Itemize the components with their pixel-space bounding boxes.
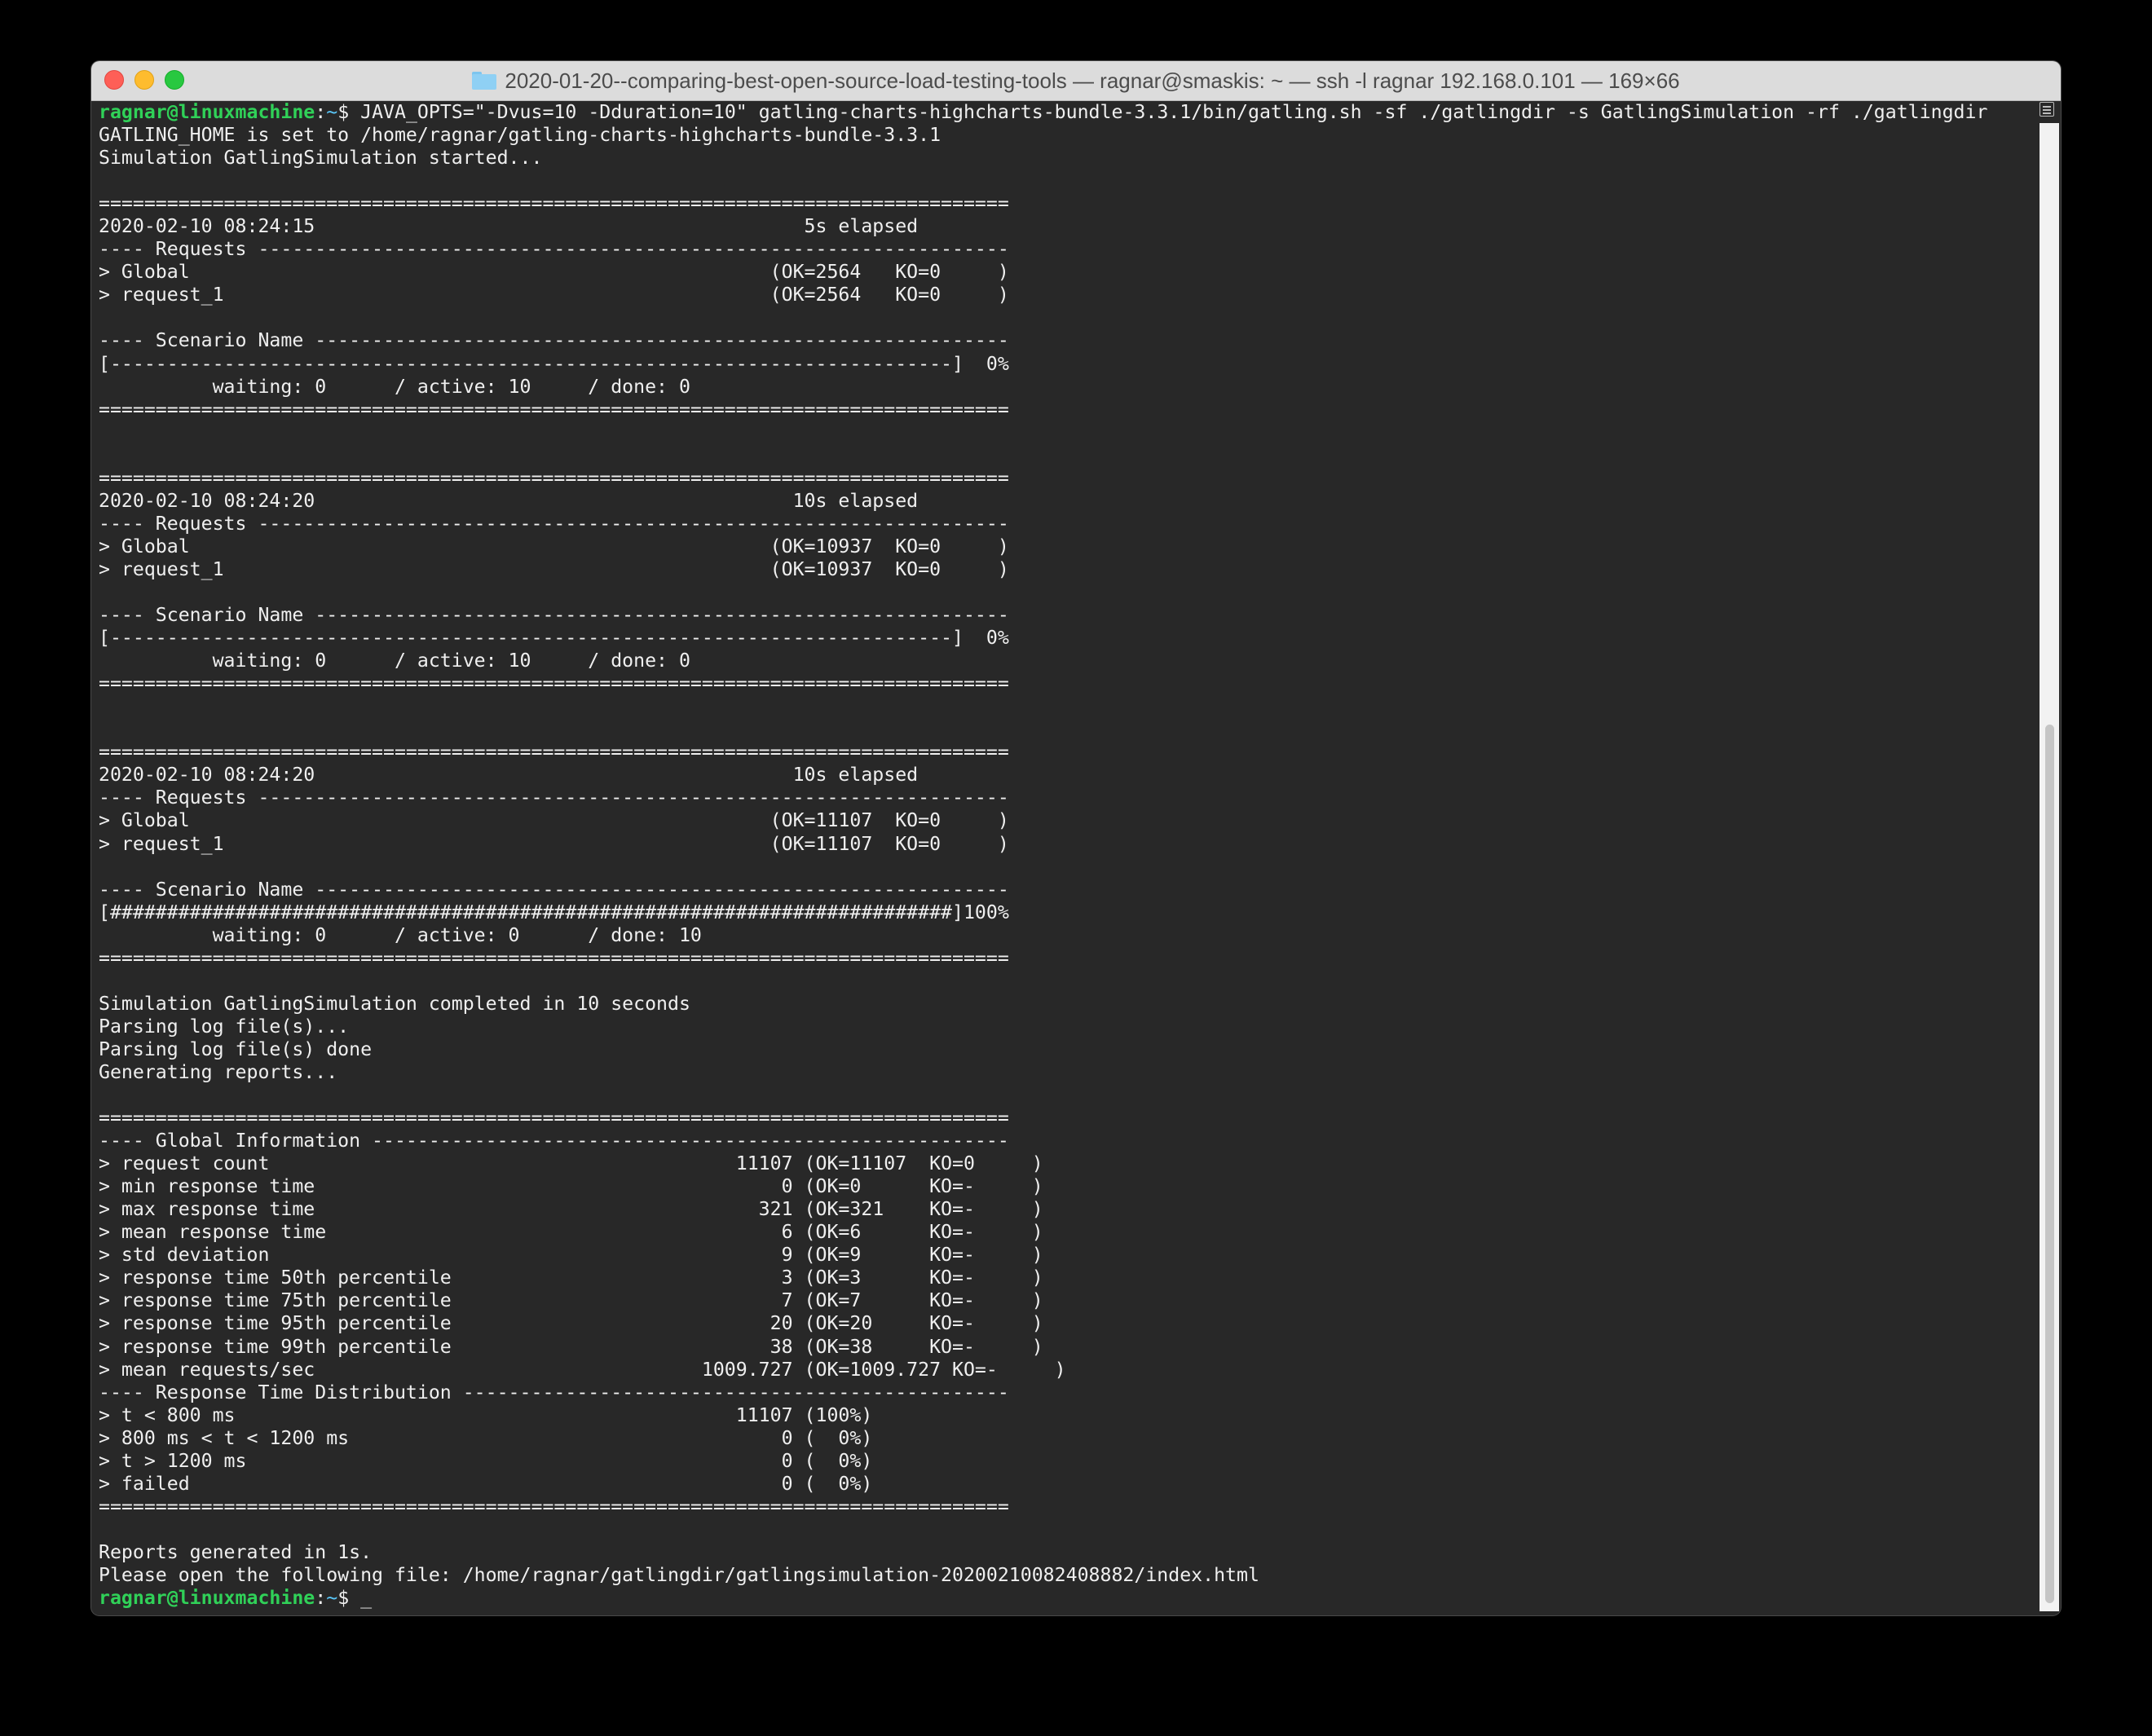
output-line: ---- Requests --------------------------…: [99, 786, 1009, 809]
output-line: > mean requests/sec 1009.727 (OK=1009.72…: [99, 1358, 1066, 1381]
output-line: Please open the following file: /home/ra…: [99, 1564, 1259, 1586]
output-line: Simulation GatlingSimulation completed i…: [99, 992, 690, 1015]
output-line: ========================================…: [99, 1495, 1009, 1518]
window-title: 2020-01-20--comparing-best-open-source-l…: [505, 68, 1680, 93]
output-line: [---------------------------------------…: [99, 352, 1009, 375]
output-line: ========================================…: [99, 192, 1009, 215]
output-line: waiting: 0 / active: 10 / done: 0: [212, 375, 690, 398]
prompt-path: ~: [326, 1587, 338, 1609]
output-line: > std deviation 9 (OK=9 KO=- ): [99, 1244, 1043, 1267]
output-line: > Global (OK=2564 KO=0 ): [99, 261, 1009, 284]
output-line: > request_1 (OK=2564 KO=0 ): [99, 284, 1009, 306]
title-bar[interactable]: 2020-01-20--comparing-best-open-source-l…: [91, 61, 2061, 101]
output-line: [#######################################…: [99, 901, 1009, 923]
terminal-output[interactable]: ragnar@linuxmachine:~$ JAVA_OPTS="-Dvus=…: [99, 101, 2039, 1609]
output-line: ---- Scenario Name ---------------------…: [99, 878, 1009, 901]
output-line: > response time 50th percentile 3 (OK=3 …: [99, 1267, 1043, 1289]
output-line: ========================================…: [99, 672, 1009, 695]
prompt-user-host: ragnar@linuxmachine: [99, 101, 315, 123]
prompt-symbol: $: [337, 101, 350, 123]
output-line: > mean response time 6 (OK=6 KO=- ): [99, 1221, 1043, 1244]
output-line: waiting: 0 / active: 10 / done: 0: [212, 650, 690, 672]
split-pane-icon[interactable]: [2040, 102, 2054, 117]
output-line: ========================================…: [99, 398, 1009, 421]
output-line: ---- Global Information ----------------…: [99, 1130, 1009, 1152]
output-line: ---- Scenario Name ---------------------…: [99, 604, 1009, 627]
output-line: 2020-02-10 08:24:20 10s elapsed: [99, 764, 919, 786]
output-line: ---- Requests --------------------------…: [99, 238, 1009, 261]
output-lines: GATLING_HOME is set to /home/ragnar/gatl…: [99, 124, 1259, 1586]
cursor: _: [349, 1587, 373, 1609]
output-line: ---- Requests --------------------------…: [99, 512, 1009, 535]
output-line: > t > 1200 ms 0 ( 0%): [99, 1449, 873, 1472]
output-line: > request_1 (OK=11107 KO=0 ): [99, 832, 1009, 855]
output-line: ========================================…: [99, 1107, 1009, 1130]
output-line: 2020-02-10 08:24:20 10s elapsed: [99, 489, 919, 512]
prompt-user-host: ragnar@linuxmachine: [99, 1587, 315, 1609]
output-line: > response time 99th percentile 38 (OK=3…: [99, 1335, 1043, 1358]
output-line: Parsing log file(s) done: [99, 1038, 373, 1060]
output-line: [---------------------------------------…: [99, 627, 1009, 650]
output-line: ========================================…: [99, 741, 1009, 764]
terminal-window: 2020-01-20--comparing-best-open-source-l…: [91, 61, 2061, 1615]
folder-icon: [472, 72, 497, 90]
output-line: > min response time 0 (OK=0 KO=- ): [99, 1175, 1043, 1198]
output-line: ========================================…: [99, 946, 1009, 969]
output-line: Generating reports...: [99, 1060, 338, 1083]
prompt-path: ~: [326, 101, 338, 123]
output-line: waiting: 0 / active: 0 / done: 10: [212, 923, 702, 946]
output-line: > 800 ms < t < 1200 ms 0 ( 0%): [99, 1426, 873, 1449]
output-line: > Global (OK=11107 KO=0 ): [99, 809, 1009, 832]
output-line: > request count 11107 (OK=11107 KO=0 ): [99, 1152, 1043, 1175]
window-title-wrap: 2020-01-20--comparing-best-open-source-l…: [91, 61, 2061, 100]
output-line: > response time 75th percentile 7 (OK=7 …: [99, 1289, 1043, 1312]
output-line: > Global (OK=10937 KO=0 ): [99, 535, 1009, 557]
output-line: ---- Response Time Distribution --------…: [99, 1381, 1009, 1403]
output-line: > max response time 321 (OK=321 KO=- ): [99, 1198, 1043, 1221]
output-line: > failed 0 ( 0%): [99, 1472, 873, 1495]
prompt-symbol: $: [337, 1587, 350, 1609]
scrollbar-track[interactable]: [2040, 123, 2059, 1611]
output-line: Reports generated in 1s.: [99, 1540, 373, 1563]
scrollbar-thumb[interactable]: [2045, 725, 2054, 1603]
command-line: JAVA_OPTS="-Dvus=10 -Dduration=10" gatli…: [349, 101, 1988, 123]
output-line: 2020-02-10 08:24:15 5s elapsed: [99, 215, 919, 238]
output-line: ---- Scenario Name ---------------------…: [99, 329, 1009, 352]
prompt-separator: :: [315, 101, 327, 123]
output-line: Parsing log file(s)...: [99, 1015, 350, 1038]
terminal-text: ragnar@linuxmachine:~$ JAVA_OPTS="-Dvus=…: [99, 101, 2039, 1609]
output-line: > request_1 (OK=10937 KO=0 ): [99, 557, 1009, 580]
output-line: > t < 800 ms 11107 (100%): [99, 1403, 873, 1426]
output-line: Simulation GatlingSimulation started...: [99, 147, 543, 170]
output-line: GATLING_HOME is set to /home/ragnar/gatl…: [99, 124, 942, 147]
output-line: ========================================…: [99, 466, 1009, 489]
prompt-separator: :: [315, 1587, 327, 1609]
output-line: > response time 95th percentile 20 (OK=2…: [99, 1312, 1043, 1335]
